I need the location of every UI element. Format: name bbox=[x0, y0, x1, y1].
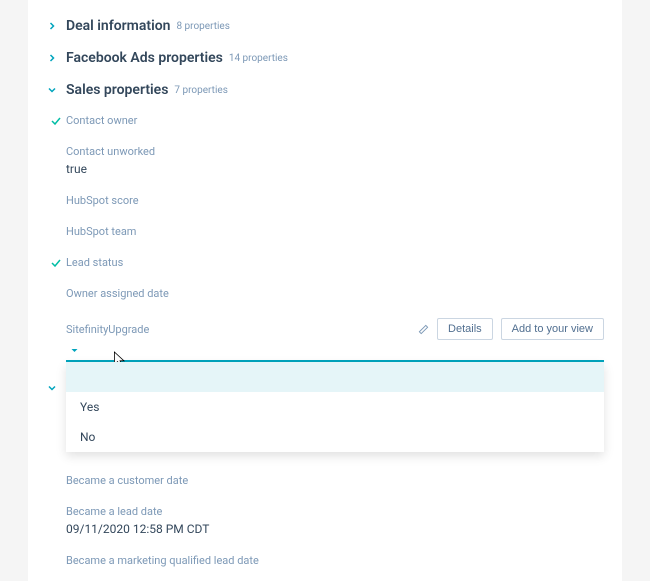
property-value: 09/11/2020 12:58 PM CDT bbox=[66, 522, 604, 536]
property-owner-assigned-date[interactable]: Owner assigned date bbox=[66, 287, 604, 300]
section-count: 7 properties bbox=[174, 85, 227, 96]
dropdown-panel: Yes No bbox=[66, 362, 604, 452]
property-label: Contact owner bbox=[66, 114, 137, 127]
details-button[interactable]: Details bbox=[437, 318, 493, 340]
property-label: HubSpot score bbox=[66, 194, 139, 207]
section-deal-information[interactable]: Deal information 8 properties bbox=[46, 18, 604, 34]
sitefinity-upgrade-select[interactable]: Yes No bbox=[66, 342, 604, 362]
property-hubspot-team[interactable]: HubSpot team bbox=[66, 225, 604, 238]
property-contact-unworked[interactable]: Contact unworked true bbox=[66, 145, 604, 176]
section-facebook-ads[interactable]: Facebook Ads properties 14 properties bbox=[46, 50, 604, 66]
property-label: Became a lead date bbox=[66, 505, 162, 518]
property-label: Became a customer date bbox=[66, 474, 188, 487]
property-became-lead-date[interactable]: Became a lead date 09/11/2020 12:58 PM C… bbox=[66, 505, 604, 536]
check-icon bbox=[50, 257, 66, 269]
caret-down-icon bbox=[70, 346, 79, 355]
dropdown-option-blank[interactable] bbox=[66, 362, 604, 392]
property-lead-status[interactable]: Lead status bbox=[66, 256, 604, 269]
add-to-view-button[interactable]: Add to your view bbox=[501, 318, 604, 340]
property-became-customer-date[interactable]: Became a customer date bbox=[66, 474, 604, 487]
check-icon bbox=[50, 115, 66, 127]
property-contact-owner[interactable]: Contact owner bbox=[66, 114, 604, 127]
property-label: Became a marketing qualified lead date bbox=[66, 554, 259, 567]
edit-icon[interactable] bbox=[418, 324, 429, 335]
property-sitefinity-upgrade: SitefinityUpgrade Details Add to your vi… bbox=[66, 318, 604, 362]
dropdown-option-yes[interactable]: Yes bbox=[66, 392, 604, 422]
property-hubspot-score[interactable]: HubSpot score bbox=[66, 194, 604, 207]
chevron-down-icon bbox=[46, 382, 60, 394]
property-became-mql-date[interactable]: Became a marketing qualified lead date bbox=[66, 554, 604, 567]
section-count: 8 properties bbox=[176, 21, 229, 32]
chevron-down-icon bbox=[46, 84, 60, 96]
property-label: Owner assigned date bbox=[66, 287, 169, 300]
property-value: true bbox=[66, 162, 604, 176]
section-count: 14 properties bbox=[229, 53, 288, 64]
section-title: Facebook Ads properties bbox=[66, 50, 223, 66]
property-label: Contact unworked bbox=[66, 145, 155, 158]
section-title: Sales properties bbox=[66, 82, 168, 98]
chevron-right-icon bbox=[46, 52, 60, 64]
section-sales-properties[interactable]: Sales properties 7 properties bbox=[46, 82, 604, 98]
chevron-right-icon bbox=[46, 20, 60, 32]
property-label: HubSpot team bbox=[66, 225, 136, 238]
dropdown-option-no[interactable]: No bbox=[66, 422, 604, 452]
property-label: SitefinityUpgrade bbox=[66, 323, 149, 336]
property-label: Lead status bbox=[66, 256, 123, 269]
section-title: Deal information bbox=[66, 18, 170, 34]
